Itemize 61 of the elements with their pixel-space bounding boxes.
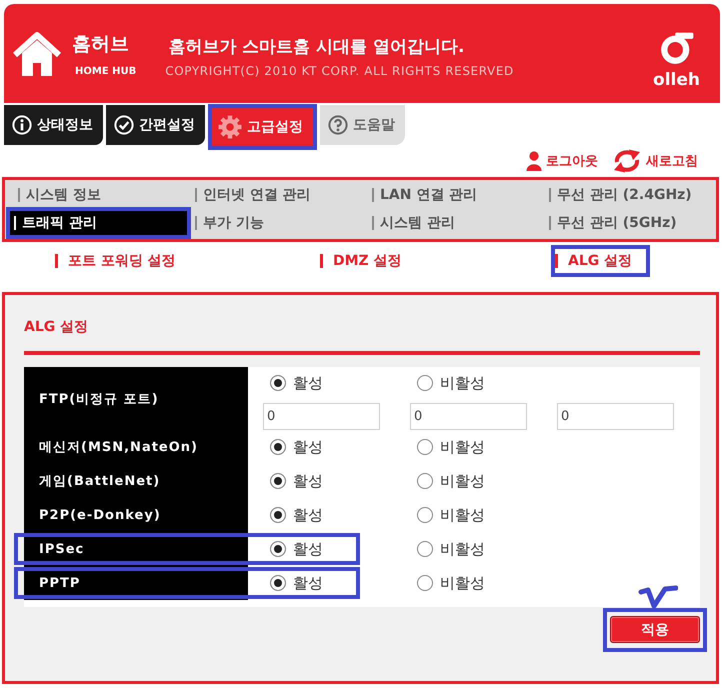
radio-button[interactable]	[270, 575, 286, 591]
menu-item[interactable]: 무선 관리 (5GHz)	[541, 211, 718, 235]
radio-button[interactable]	[270, 375, 286, 391]
radio-button[interactable]	[417, 439, 433, 455]
menu-item[interactable]: LAN 연결 관리	[364, 183, 541, 207]
menu-item[interactable]: 시스템 관리	[364, 211, 541, 235]
house-icon	[12, 30, 62, 78]
radio-label[interactable]: 활성	[293, 506, 323, 524]
logout-link[interactable]: 로그아웃	[526, 151, 598, 171]
radio-button[interactable]	[417, 473, 433, 489]
brand-logo-text: olleh	[653, 69, 700, 91]
nav-tab[interactable]: 고급설정	[208, 104, 317, 150]
label-cell: FTP(비정규 포트)	[24, 367, 248, 430]
radio-button[interactable]	[270, 507, 286, 523]
radio-label[interactable]: 활성	[293, 540, 323, 558]
subtab[interactable]: DMZ 설정	[320, 249, 402, 273]
product-title: 홈허브	[72, 32, 129, 57]
subtab[interactable]: 포트 포워딩 설정	[55, 249, 176, 273]
radio-label[interactable]: 비활성	[440, 374, 485, 392]
menu-item[interactable]: 무선 관리 (2.4GHz)	[541, 183, 718, 207]
refresh-link[interactable]: 새로고침	[612, 149, 698, 173]
menu-item[interactable]: 트래픽 관리	[6, 207, 191, 239]
menu-item[interactable]: 시스템 정보	[10, 183, 187, 207]
radio-label[interactable]: 비활성	[440, 540, 485, 558]
nav-tab[interactable]: 상태정보	[4, 105, 103, 145]
radio-label[interactable]: 활성	[293, 438, 323, 456]
section-title: ALG 설정	[24, 318, 88, 336]
radio-label[interactable]: 비활성	[440, 438, 485, 456]
label-cell: 게임(BattleNet)	[24, 464, 248, 498]
radio-label[interactable]: 비활성	[440, 472, 485, 490]
info-icon	[12, 115, 32, 135]
help-icon	[328, 115, 348, 135]
radio-button[interactable]	[417, 375, 433, 391]
subtab[interactable]: ALG 설정	[551, 245, 650, 277]
radio-button[interactable]	[270, 439, 286, 455]
port-field[interactable]: 0	[263, 403, 380, 430]
radio-label[interactable]: 활성	[293, 374, 323, 392]
radio-button[interactable]	[417, 541, 433, 557]
port-field[interactable]: 0	[410, 403, 527, 430]
refresh-icon	[612, 149, 642, 173]
product-subtitle: HOME HUB	[75, 66, 136, 78]
copyright-text: COPYRIGHT(C) 2010 KT CORP. ALL RIGHTS RESERVED	[165, 63, 514, 79]
check-circle-icon	[114, 115, 134, 135]
radio-button[interactable]	[270, 473, 286, 489]
menu-item[interactable]: 인터넷 연결 관리	[187, 183, 364, 207]
label-cell: 메신저(MSN,NateOn)	[24, 430, 248, 464]
radio-button[interactable]	[270, 541, 286, 557]
radio-label[interactable]: 활성	[293, 574, 323, 592]
nav-tab[interactable]: 간편설정	[106, 105, 205, 145]
radio-label[interactable]: 비활성	[440, 506, 485, 524]
port-field[interactable]: 0	[557, 403, 674, 430]
apply-button[interactable]: 적용	[610, 616, 700, 643]
radio-label[interactable]: 활성	[293, 472, 323, 490]
nav-tab[interactable]: 도움말	[320, 105, 405, 145]
gear-icon	[218, 115, 242, 139]
label-cell: P2P(e-Donkey)	[24, 498, 248, 532]
radio-label[interactable]: 비활성	[440, 574, 485, 592]
radio-button[interactable]	[417, 575, 433, 591]
radio-button[interactable]	[417, 507, 433, 523]
slogan-text: 홈허브가 스마트홈 시대를 열어갑니다.	[168, 36, 464, 59]
person-icon	[526, 151, 542, 171]
